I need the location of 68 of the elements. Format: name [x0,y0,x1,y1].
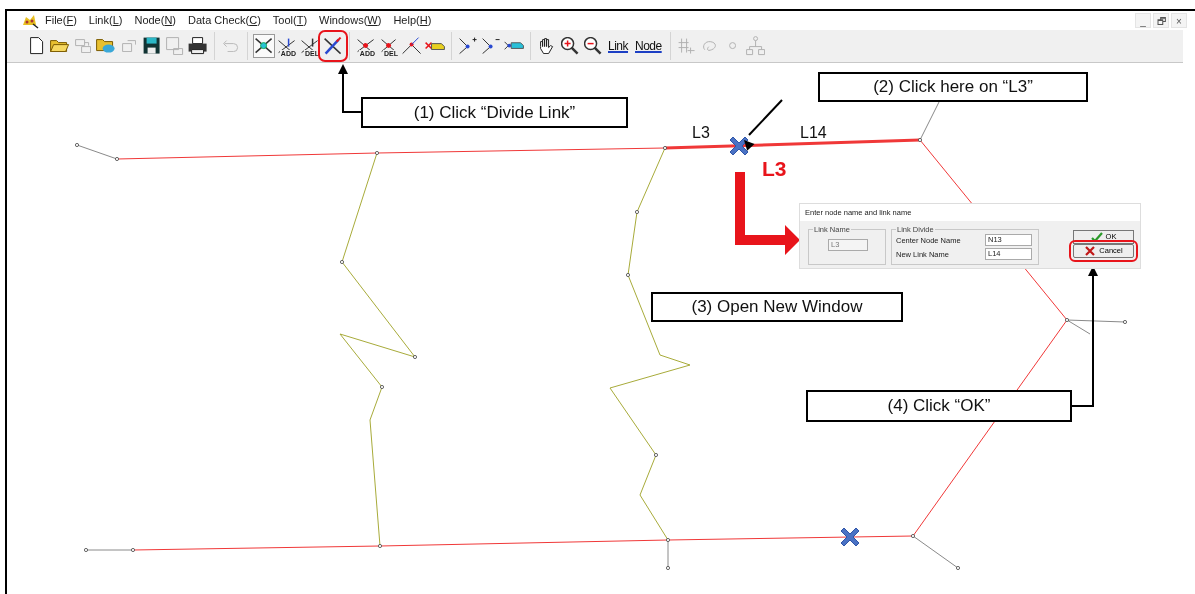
node-dot [956,566,960,570]
node-cross-icon [255,38,273,54]
x-marker-icon [840,527,860,547]
node-dot [918,138,922,142]
callout-box: (1) Click “Divide Link” [361,97,628,128]
menu-item[interactable]: Data Check(C) [182,12,267,29]
callout-box: (4) Click “OK” [806,390,1072,422]
node-dot [666,566,670,570]
menu-item[interactable]: Link(L) [82,12,129,29]
node-branch-icon [481,37,501,55]
menu-item[interactable]: Tool(T) [266,12,314,29]
node-dot [663,146,667,150]
undo-icon [223,39,239,53]
car-icon [425,41,445,51]
node-dot [626,273,630,277]
folder-icon [50,39,70,53]
menu-item[interactable]: Windows(W) [313,12,388,29]
node-dot [131,548,135,552]
cross-icon [1084,246,1097,256]
node-branch-icon [458,37,478,55]
callout-box: (2) Click here on “L3” [818,72,1088,102]
minimize-button[interactable]: _ [1135,13,1151,28]
menu-item[interactable]: Help(H) [387,12,438,29]
close-button[interactable]: × [1171,13,1187,28]
triangle-link-icon [402,37,422,55]
node-dot [1065,318,1069,322]
document-icon [30,37,44,55]
link-cut-icon [324,37,342,55]
node-dot [911,534,915,538]
map-import-icon [74,38,92,54]
node-dot [378,544,382,548]
menu-item[interactable]: File(F) [39,12,83,29]
leader-line [338,64,362,113]
node-dot [635,210,639,214]
link-label: L3 [692,123,710,143]
node-dot [666,538,670,542]
tree-icon [746,36,766,56]
hand-icon [540,37,554,55]
select-link-button[interactable] [253,34,275,58]
grid-icon [678,37,696,55]
link-tool-button[interactable]: Link [605,34,631,58]
export-icon [121,39,137,53]
restore-button[interactable]: 🗗 [1153,13,1169,28]
link-label: L14 [800,123,827,143]
lasso-icon [703,41,717,51]
node-delete-icon [381,39,397,53]
node-dot [75,143,79,147]
car-icon [504,41,524,51]
node-dot [84,548,88,552]
node-dot [340,260,344,264]
node-dot [380,385,384,389]
node-dot [413,355,417,359]
folder-map-icon [96,38,116,54]
callout-box: (3) Open New Window [651,292,903,322]
node-add-icon [357,39,375,53]
node-dot [654,453,658,457]
zoom-out-icon [584,37,602,55]
zoom-in-icon [561,37,579,55]
circle-icon [729,42,737,50]
node-dot [115,157,119,161]
link-tool-button[interactable]: Node [632,34,665,58]
node-dot [1123,320,1127,324]
menu-item[interactable]: Node(N) [128,12,183,29]
node-dot [375,151,379,155]
link-label: L3 [762,156,787,182]
printer-icon [188,37,208,55]
x-marker-icon [729,136,749,156]
leader-line [744,99,783,151]
